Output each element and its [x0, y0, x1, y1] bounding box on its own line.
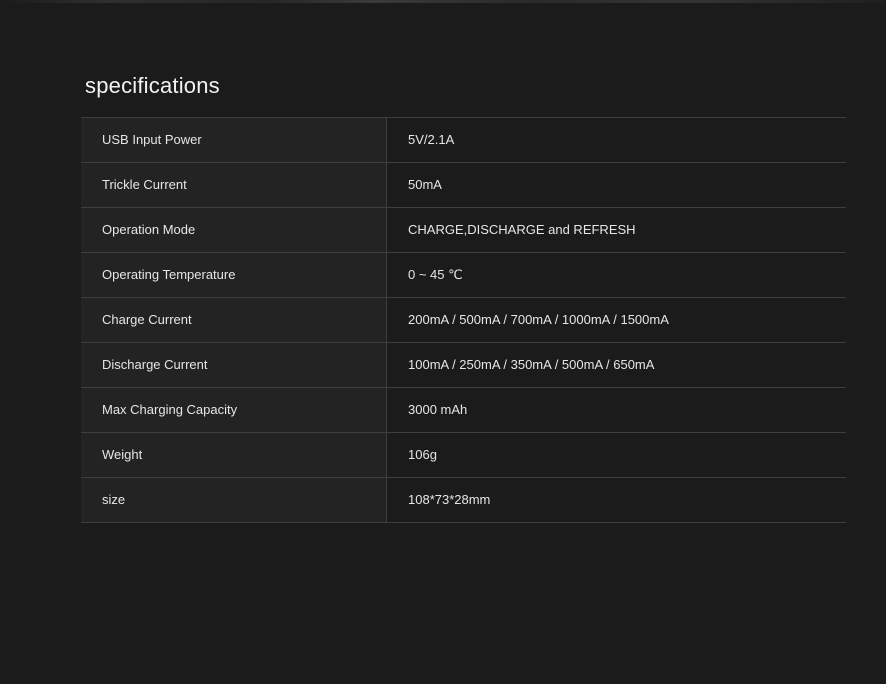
page-title: specifications	[85, 73, 220, 98]
top-banner-edge	[0, 0, 886, 3]
spec-row-operating-temperature: Operating Temperature 0 ~ 45 ℃	[81, 253, 846, 298]
spec-row-weight: Weight 106g	[81, 433, 846, 478]
spec-row-trickle-current: Trickle Current 50mA	[81, 163, 846, 208]
spec-label: Operation Mode	[81, 208, 387, 252]
specifications-table: USB Input Power 5V/2.1A Trickle Current …	[81, 117, 846, 523]
spec-value: 5V/2.1A	[387, 118, 846, 162]
spec-value: 50mA	[387, 163, 846, 207]
spec-label: Weight	[81, 433, 387, 477]
spec-row-max-charging-capacity: Max Charging Capacity 3000 mAh	[81, 388, 846, 433]
spec-value: 100mA / 250mA / 350mA / 500mA / 650mA	[387, 343, 846, 387]
spec-label: Trickle Current	[81, 163, 387, 207]
spec-label: size	[81, 478, 387, 522]
spec-row-discharge-current: Discharge Current 100mA / 250mA / 350mA …	[81, 343, 846, 388]
spec-label: Operating Temperature	[81, 253, 387, 297]
spec-value: 3000 mAh	[387, 388, 846, 432]
spec-row-charge-current: Charge Current 200mA / 500mA / 700mA / 1…	[81, 298, 846, 343]
specifications-page: specifications USB Input Power 5V/2.1A T…	[0, 0, 886, 684]
spec-row-operation-mode: Operation Mode CHARGE,DISCHARGE and REFR…	[81, 208, 846, 253]
spec-row-size: size 108*73*28mm	[81, 478, 846, 523]
spec-value: CHARGE,DISCHARGE and REFRESH	[387, 208, 846, 252]
spec-label: USB Input Power	[81, 118, 387, 162]
spec-value: 108*73*28mm	[387, 478, 846, 522]
spec-label: Max Charging Capacity	[81, 388, 387, 432]
spec-label: Discharge Current	[81, 343, 387, 387]
spec-row-usb-input-power: USB Input Power 5V/2.1A	[81, 118, 846, 163]
spec-label: Charge Current	[81, 298, 387, 342]
spec-value: 0 ~ 45 ℃	[387, 253, 846, 297]
spec-value: 200mA / 500mA / 700mA / 1000mA / 1500mA	[387, 298, 846, 342]
spec-value: 106g	[387, 433, 846, 477]
